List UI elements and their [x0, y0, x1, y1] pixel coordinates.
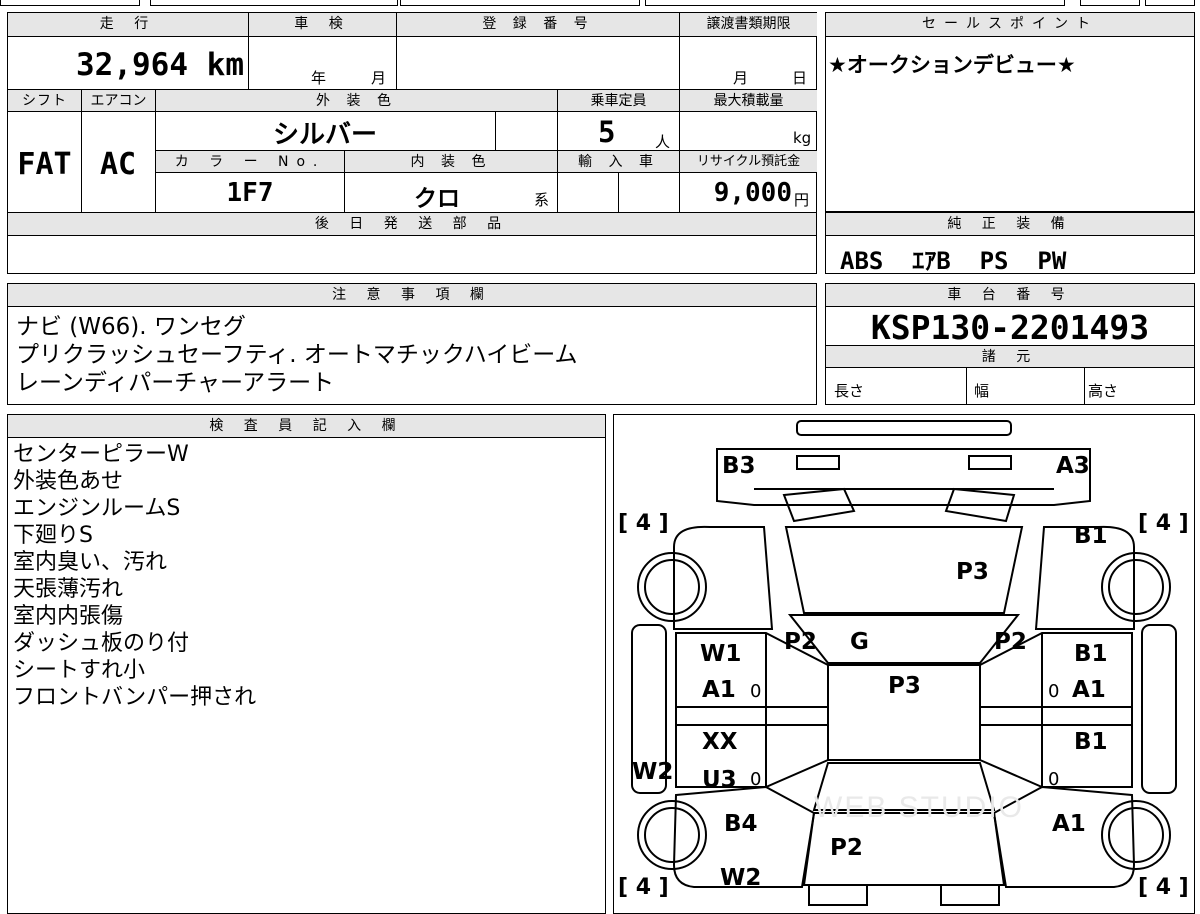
import-label: 輸 入 車: [557, 151, 679, 173]
mark-pillar-left: P2: [784, 629, 817, 655]
mark-pillar-right: P2: [994, 629, 1027, 655]
recycle-label: リサイクル預託金: [679, 151, 817, 173]
inspector-panel: 検 査 員 記 入 欄 センターピラーW 外装色あせ エンジンルームS 下廻りS…: [7, 414, 606, 914]
mark-fender-right: B1: [1074, 523, 1108, 549]
inspection-year-unit: 年: [311, 69, 327, 87]
capacity-unit: 人: [655, 133, 671, 151]
inspector-line: エンジンルームS: [13, 496, 181, 521]
inspector-line: 外装色あせ: [13, 469, 124, 494]
tire-rear-left: [ 4 ]: [618, 875, 669, 900]
mark-quarter-left: B4: [724, 811, 758, 837]
tire-front-right: [ 4 ]: [1138, 511, 1189, 536]
mark-front-bumper-left: B3: [722, 453, 756, 479]
inspector-line: 天張薄汚れ: [13, 577, 124, 602]
interior-color-suffix: 系: [534, 191, 550, 209]
car-diagram-panel: WEB STUDIO [ 4 ] [ 4 ] [ 4 ] [ 4 ] B3 A3…: [613, 414, 1195, 914]
inspector-label: 検 査 員 記 入 欄: [8, 415, 605, 438]
inspector-line: シートすれ小: [13, 658, 146, 683]
inspector-line: ダッシュ板のり付: [13, 631, 190, 656]
mark-front-door-right-3: A1: [1072, 677, 1106, 703]
exterior-color-value: シルバー: [272, 120, 377, 150]
notes-label: 注 意 事 項 欄: [8, 284, 816, 307]
notes-line: ナビ (W66). ワンセグ: [16, 314, 246, 340]
recycle-fee-unit: 円: [794, 191, 810, 209]
spec-width-label: 幅: [974, 382, 990, 400]
mark-quarter-right: A1: [1052, 811, 1086, 837]
mark-windshield: G: [850, 629, 869, 655]
chassis-number: KSP130-2201493: [870, 308, 1150, 347]
interior-color-value: クロ: [414, 186, 460, 212]
chassis-panel: 車 台 番 号 KSP130-2201493 諸 元 長さ 幅 高さ: [825, 283, 1195, 405]
spec-label: 諸 元: [826, 345, 1194, 368]
mileage-label: 走 行: [8, 13, 248, 37]
mark-hood: P3: [956, 559, 989, 585]
mark-rear-door-right-2: 0: [1048, 769, 1060, 790]
transfer-deadline-label: 譲渡書類期限: [679, 13, 817, 37]
ac-value: AC: [99, 147, 137, 182]
top-strip: [0, 0, 1200, 8]
notes-panel: 注 意 事 項 欄 ナビ (W66). ワンセグ プリクラッシュセーフティ. オ…: [7, 283, 817, 405]
genuine-equipment-panel: 純 正 装 備 ABS ｴｱB PS PW: [825, 212, 1195, 275]
inspector-lines: センターピラーW 外装色あせ エンジンルームS 下廻りS 室内臭い、汚れ 天張薄…: [13, 441, 256, 711]
mark-front-door-right-1: B1: [1074, 641, 1108, 667]
max-load-unit: kg: [793, 129, 812, 147]
mark-rear-door-left-1: XX: [702, 729, 738, 755]
genuine-equipment-label: 純 正 装 備: [826, 213, 1194, 236]
later-parts-label: 後 日 発 送 部 品: [8, 213, 816, 236]
capacity-label: 乗車定員: [557, 90, 679, 112]
mark-front-door-right-2: 0: [1048, 681, 1060, 702]
spec-height-label: 高さ: [1088, 382, 1119, 400]
notes-lines: ナビ (W66). ワンセグ プリクラッシュセーフティ. オートマチックハイビー…: [16, 313, 578, 397]
exterior-color-label: 外 装 色: [155, 90, 557, 112]
mark-rocker-left: W2: [632, 759, 674, 785]
genuine-equipment-text: ABS ｴｱB PS PW: [840, 247, 1067, 275]
mark-rear-door-left-3: 0: [750, 769, 762, 790]
chassis-label: 車 台 番 号: [826, 284, 1194, 307]
inspector-line: 室内臭い、汚れ: [13, 550, 168, 575]
shift-label: シフト: [8, 90, 81, 112]
mark-front-door-left-2: A1: [702, 677, 736, 703]
tire-rear-right: [ 4 ]: [1138, 875, 1189, 900]
mark-roof: P3: [888, 673, 921, 699]
color-no-value: 1F7: [226, 178, 274, 208]
mark-rear-door-left-2: U3: [702, 767, 737, 793]
shift-value: FAT: [17, 147, 72, 182]
inspector-line: 下廻りS: [13, 523, 93, 548]
sales-point-label: セールスポイント: [826, 13, 1194, 37]
inspector-line: センターピラーW: [13, 442, 189, 467]
recycle-fee-value: 9,000: [713, 178, 792, 208]
notes-line: レーンディパーチャーアラート: [16, 370, 335, 396]
mark-trunk: P2: [830, 835, 863, 861]
mark-rear-left: W2: [720, 865, 762, 891]
mark-rear-door-right-1: B1: [1074, 729, 1108, 755]
color-no-label: カ ラ ー No.: [156, 151, 344, 173]
sales-point-text: ★オークションデビュー★: [828, 53, 1076, 77]
spec-length-label: 長さ: [834, 382, 865, 400]
watermark: WEB STUDIO: [814, 791, 1025, 824]
mileage-value: 32,964 km: [76, 47, 244, 83]
registration-label: 登 録 番 号: [396, 13, 679, 37]
capacity-value: 5: [598, 115, 616, 149]
sales-point-panel: セールスポイント ★オークションデビュー★: [825, 12, 1195, 212]
notes-line: プリクラッシュセーフティ. オートマチックハイビーム: [16, 342, 578, 368]
transfer-month-unit: 月: [733, 69, 749, 87]
inspector-line: 室内内張傷: [13, 604, 124, 629]
mark-front-door-left-3: 0: [750, 681, 762, 702]
interior-color-label: 内 装 色: [344, 151, 557, 173]
tire-front-left: [ 4 ]: [618, 511, 669, 536]
inspection-label: 車 検: [248, 13, 396, 37]
inspector-line: フロントバンパー押され: [13, 685, 257, 710]
mark-front-door-left-1: W1: [700, 641, 742, 667]
mark-front-bumper-right: A3: [1056, 453, 1090, 479]
ac-label: エアコン: [81, 90, 155, 112]
max-load-label: 最大積載量: [679, 90, 817, 112]
vehicle-info-table: 走 行 車 検 登 録 番 号 譲渡書類期限 32,964 km 年 月 月 日…: [7, 12, 817, 274]
transfer-day-unit: 日: [792, 69, 808, 87]
inspection-month-unit: 月: [371, 69, 387, 87]
